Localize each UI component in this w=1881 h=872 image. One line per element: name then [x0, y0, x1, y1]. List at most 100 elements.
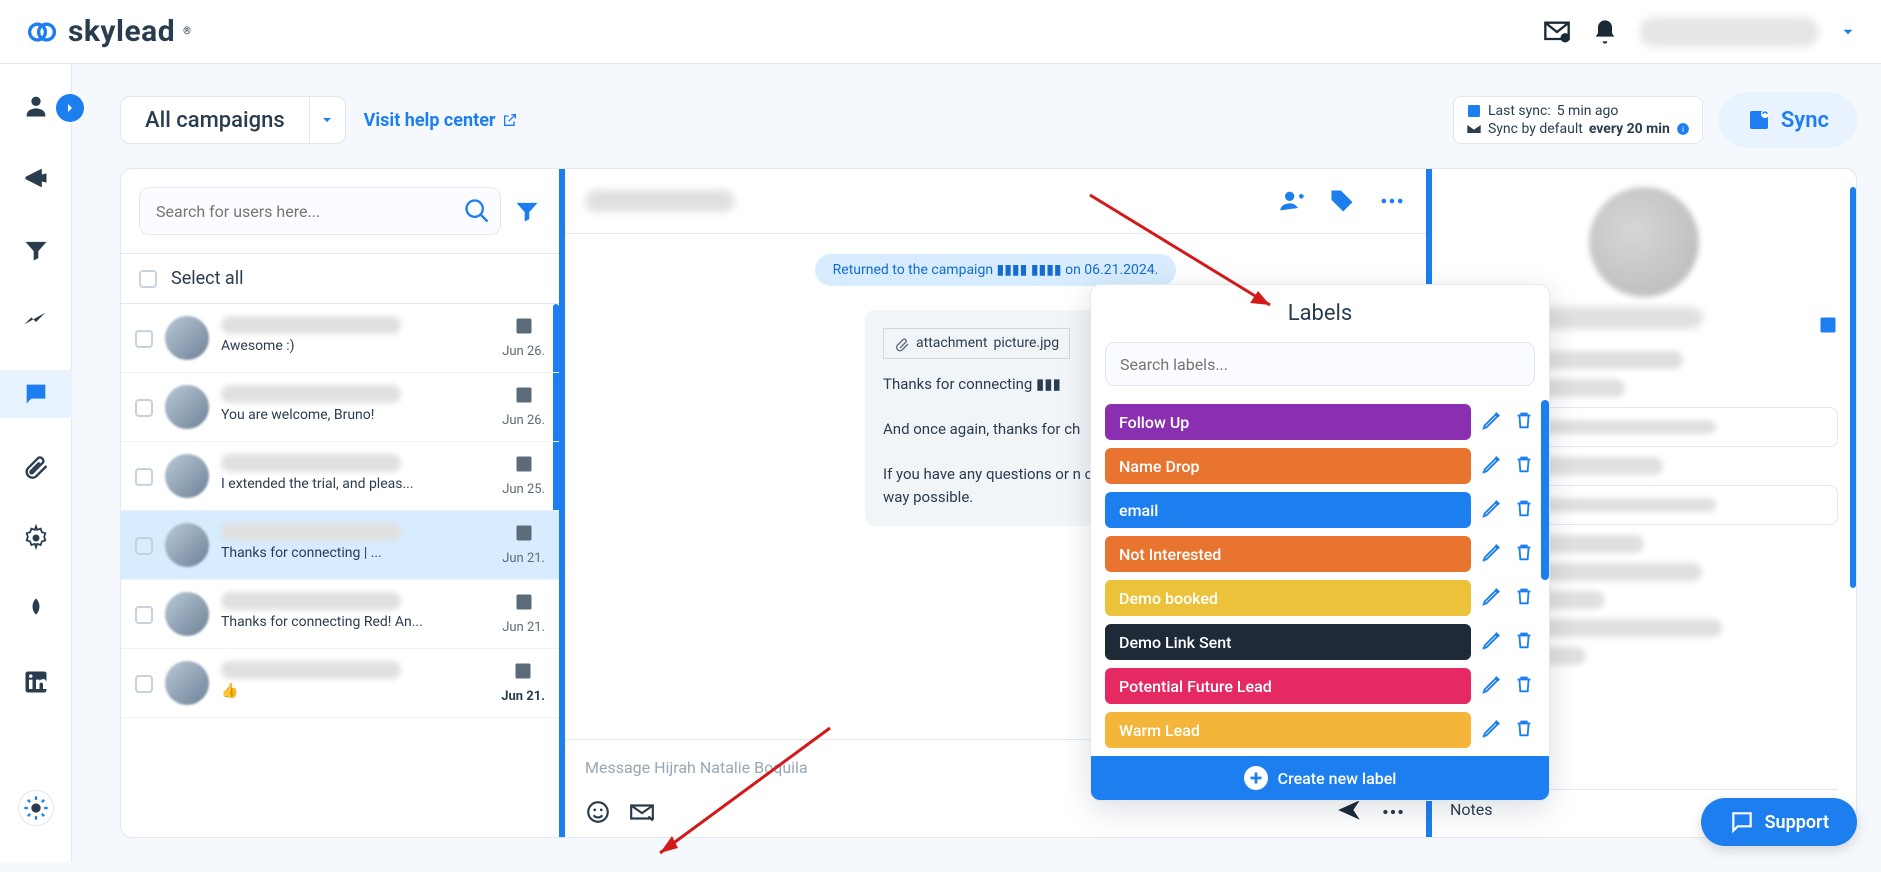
send-button[interactable] — [1336, 797, 1362, 827]
nav-attachments[interactable] — [0, 442, 72, 490]
help-center-link[interactable]: Visit help center — [364, 110, 518, 131]
nav-settings[interactable] — [0, 514, 72, 562]
svg-text:i: i — [1682, 124, 1684, 134]
linkedin-icon — [1466, 103, 1482, 119]
inbox-pane: Select all Awesome :) Jun 26. You are we… — [121, 169, 565, 837]
avatar — [165, 316, 209, 360]
topbar: skylead® — [0, 0, 1881, 64]
select-all-row[interactable]: Select all — [121, 254, 559, 304]
label-chip[interactable]: Demo booked — [1105, 580, 1471, 616]
attachment-icon — [894, 336, 910, 352]
more-icon[interactable] — [1378, 187, 1406, 215]
inbox-item[interactable]: 👍 Jun 21. — [121, 649, 559, 718]
contact-name — [221, 385, 401, 403]
delete-label-button[interactable] — [1513, 673, 1535, 699]
avatar — [165, 661, 209, 705]
inbox-item[interactable]: Thanks for connecting Red! An... Jun 21. — [121, 580, 559, 649]
nav-rail — [0, 64, 72, 862]
linkedin-icon — [514, 454, 534, 478]
main: All campaigns Visit help center Last syn… — [72, 64, 1881, 862]
label-chip[interactable]: Name Drop — [1105, 448, 1471, 484]
linkedin-icon — [513, 661, 533, 685]
filter-icon[interactable] — [513, 197, 541, 225]
chevron-down-icon[interactable] — [1839, 23, 1857, 41]
edit-label-button[interactable] — [1481, 409, 1503, 435]
linkedin-icon — [514, 385, 534, 409]
inbox-list[interactable]: Awesome :) Jun 26. You are welcome, Brun… — [121, 304, 559, 837]
contact-name — [221, 316, 401, 334]
contact-name — [221, 592, 401, 610]
avatar — [165, 385, 209, 429]
inbox-item[interactable]: Thanks for connecting | ... Jun 21. — [121, 511, 559, 580]
three-pane: Select all Awesome :) Jun 26. You are we… — [120, 168, 1857, 838]
item-checkbox[interactable] — [135, 468, 153, 486]
delete-label-button[interactable] — [1513, 409, 1535, 435]
campaign-select-label: All campaigns — [121, 108, 309, 133]
theme-toggle[interactable] — [0, 784, 72, 832]
label-chip[interactable]: Follow Up — [1105, 404, 1471, 440]
emoji-icon[interactable] — [585, 799, 611, 825]
item-checkbox[interactable] — [135, 606, 153, 624]
label-chip[interactable]: Warm Lead — [1105, 712, 1471, 748]
scrollbar[interactable] — [1541, 400, 1549, 580]
delete-label-button[interactable] — [1513, 629, 1535, 655]
linkedin-icon — [514, 316, 534, 340]
tag-icon[interactable] — [1328, 187, 1356, 215]
edit-label-button[interactable] — [1481, 497, 1503, 523]
edit-label-button[interactable] — [1481, 717, 1503, 743]
edit-label-button[interactable] — [1481, 673, 1503, 699]
label-chip[interactable]: Not Interested — [1105, 536, 1471, 572]
nav-contacts[interactable] — [0, 82, 72, 130]
edit-label-button[interactable] — [1481, 585, 1503, 611]
item-checkbox[interactable] — [135, 399, 153, 417]
avatar — [165, 523, 209, 567]
composer-more-icon[interactable] — [1380, 799, 1406, 825]
nav-linkedin[interactable] — [0, 658, 72, 706]
inbox-item[interactable]: You are welcome, Bruno! Jun 26. — [121, 373, 559, 442]
select-all-checkbox[interactable] — [139, 270, 157, 288]
current-user[interactable] — [1639, 17, 1819, 47]
contact-name — [221, 661, 401, 679]
delete-label-button[interactable] — [1513, 717, 1535, 743]
label-chip[interactable]: Demo Link Sent — [1105, 624, 1471, 660]
mail-compose-icon[interactable] — [629, 799, 655, 825]
sync-button[interactable]: Sync — [1719, 92, 1857, 148]
labels-search-input[interactable] — [1105, 342, 1535, 386]
nav-inbox[interactable] — [0, 370, 72, 418]
delete-label-button[interactable] — [1513, 497, 1535, 523]
nav-campaigns[interactable] — [0, 154, 72, 202]
search-icon[interactable] — [463, 197, 491, 225]
label-row: Demo Link Sent — [1105, 624, 1535, 660]
linkedin-icon[interactable] — [1818, 315, 1838, 335]
create-label-button[interactable]: Create new label — [1091, 756, 1549, 800]
contact-name — [221, 523, 401, 541]
delete-label-button[interactable] — [1513, 541, 1535, 567]
item-checkbox[interactable] — [135, 675, 153, 693]
inbox-search-input[interactable] — [139, 187, 501, 235]
label-chip[interactable]: email — [1105, 492, 1471, 528]
messages-icon[interactable] — [1543, 18, 1571, 46]
add-contact-icon[interactable] — [1278, 187, 1306, 215]
scrollbar[interactable] — [1850, 187, 1856, 588]
campaign-select[interactable]: All campaigns — [120, 96, 346, 144]
item-checkbox[interactable] — [135, 330, 153, 348]
contact-name — [221, 454, 401, 472]
plus-icon — [1244, 766, 1268, 790]
nav-boost[interactable] — [0, 586, 72, 634]
nav-filters[interactable] — [0, 226, 72, 274]
attachment-chip[interactable]: attachment picture.jpg — [883, 328, 1070, 359]
inbox-item[interactable]: I extended the trial, and pleas... Jun 2… — [121, 442, 559, 511]
bell-icon[interactable] — [1591, 18, 1619, 46]
brand-logo[interactable]: skylead® — [24, 14, 191, 50]
edit-label-button[interactable] — [1481, 541, 1503, 567]
nav-analytics[interactable] — [0, 298, 72, 346]
inbox-item[interactable]: Awesome :) Jun 26. — [121, 304, 559, 373]
info-icon[interactable]: i — [1676, 122, 1690, 136]
delete-label-button[interactable] — [1513, 585, 1535, 611]
edit-label-button[interactable] — [1481, 453, 1503, 479]
support-button[interactable]: Support — [1701, 798, 1857, 846]
delete-label-button[interactable] — [1513, 453, 1535, 479]
label-chip[interactable]: Potential Future Lead — [1105, 668, 1471, 704]
edit-label-button[interactable] — [1481, 629, 1503, 655]
item-checkbox[interactable] — [135, 537, 153, 555]
